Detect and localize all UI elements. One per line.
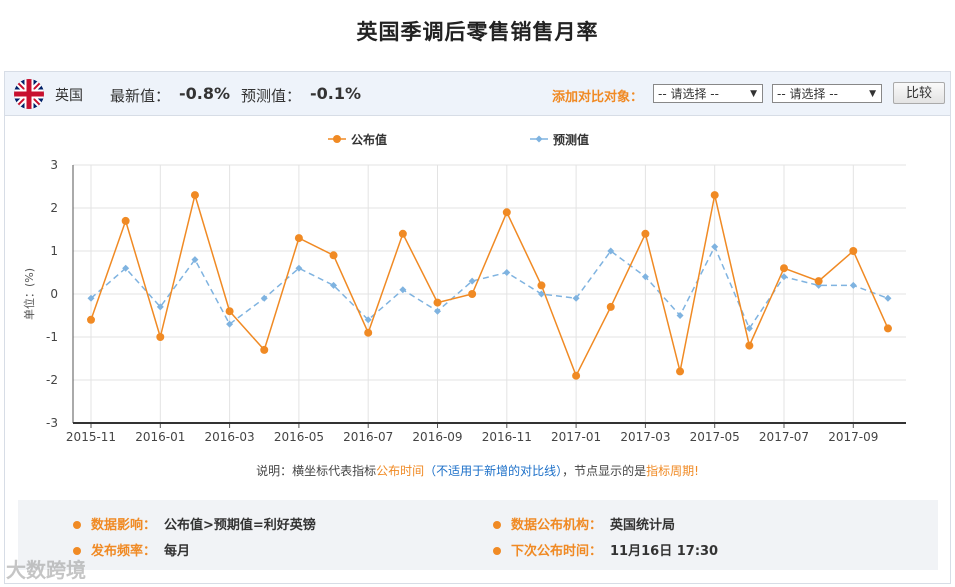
- actual-point: [641, 229, 650, 238]
- forecast-point: [849, 281, 857, 289]
- actual-point: [849, 247, 858, 255]
- note-text-1: 说明：横坐标代表指标: [256, 464, 377, 478]
- forecast-point: [503, 269, 511, 276]
- actual-point: [433, 298, 442, 307]
- note-text-3: （不适用于新增的对比线）: [424, 464, 563, 478]
- forecast-point: [711, 243, 719, 251]
- x-tick-label: 2016-07: [343, 430, 393, 444]
- x-tick-label: 2017-07: [759, 430, 809, 444]
- y-tick-label: 2: [50, 201, 58, 215]
- forecast-point: [434, 307, 441, 315]
- page-title: 英国季调后零售销售月率: [356, 20, 599, 44]
- y-tick-label: -3: [46, 416, 58, 430]
- x-tick-label: 2017-09: [828, 430, 878, 444]
- chart-note: 说明：横坐标代表指标公布时间（不适用于新增的对比线），节点显示的是指标周期!: [5, 462, 950, 479]
- actual-point: [710, 191, 719, 200]
- info-agency-label: 数据公布机构：: [511, 518, 603, 533]
- indicator-panel: 英国 最新值： -0.8% 预测值： -0.1% 添加对比对象： -- 请选择 …: [4, 71, 951, 584]
- x-tick-label: 2017-03: [620, 430, 670, 444]
- bullet-dot-icon: [73, 520, 81, 529]
- x-tick-label: 2015-11: [66, 430, 116, 444]
- x-tick-label: 2017-01: [551, 430, 601, 444]
- actual-point: [260, 345, 269, 354]
- actual-point: [121, 216, 130, 225]
- info-frequency-label: 发布频率：: [91, 544, 157, 559]
- actual-point: [502, 208, 511, 217]
- forecast-point: [399, 286, 407, 294]
- y-tick-label: 1: [50, 244, 58, 258]
- x-tick-label: 2016-01: [135, 430, 185, 444]
- actual-point: [190, 191, 199, 200]
- forecast-point: [260, 294, 268, 302]
- y-tick-label: -2: [46, 373, 58, 387]
- actual-point: [87, 315, 95, 324]
- actual-point: [225, 307, 234, 316]
- y-axis-label: 单位：(%): [22, 268, 36, 320]
- actual-point: [606, 302, 615, 311]
- y-tick-label: -1: [46, 330, 58, 344]
- actual-point: [156, 333, 165, 341]
- info-next-release-value: 11月16日 17:30: [610, 544, 719, 559]
- actual-point: [364, 328, 373, 337]
- legend-actual-marker: [333, 135, 341, 143]
- y-tick-label: 0: [50, 287, 58, 301]
- actual-series-line: [90, 192, 889, 378]
- actual-point: [883, 324, 892, 333]
- actual-point: [745, 341, 754, 350]
- actual-point: [294, 234, 303, 243]
- actual-point: [329, 251, 338, 260]
- legend-forecast-label: 预测值: [553, 132, 589, 147]
- actual-point: [398, 229, 407, 238]
- actual-point: [537, 281, 546, 290]
- legend-actual-label: 公布值: [351, 132, 387, 147]
- forecast-series-line: [90, 244, 889, 330]
- info-agency: 数据公布机构： 英国统计局: [493, 514, 675, 533]
- actual-point: [676, 367, 685, 376]
- line-chart: 3 2 1 0 -1 -2 -3 2015-11 2016-01 2016-03 2016-05 20…: [22, 132, 906, 444]
- info-frequency-value: 每月: [164, 544, 191, 559]
- note-text-2: 公布时间: [376, 464, 425, 478]
- info-next-release-label: 下次公布时间：: [511, 544, 603, 559]
- info-box: 数据影响： 公布值>预期值=利好英镑 数据公布机构： 英国统计局 发布频率： 每月 下…: [18, 500, 938, 570]
- bullet-dot-icon: [493, 546, 501, 555]
- x-tick-label: 2017-05: [690, 430, 740, 444]
- x-tick-label: 2016-11: [482, 430, 532, 444]
- info-impact-value: 公布值>预期值=利好英镑: [164, 518, 316, 533]
- forecast-point: [884, 294, 892, 302]
- actual-point: [814, 277, 823, 286]
- actual-point: [572, 371, 581, 380]
- info-impact-label: 数据影响：: [91, 518, 157, 533]
- bullet-dot-icon: [493, 520, 501, 529]
- actual-point: [468, 290, 477, 298]
- info-impact: 数据影响： 公布值>预期值=利好英镑: [73, 514, 316, 533]
- watermark-logo: 大数跨境: [6, 558, 86, 582]
- y-tick-label: 3: [50, 158, 58, 172]
- x-tick-label: 2016-09: [412, 430, 462, 444]
- info-next-release: 下次公布时间： 11月16日 17:30: [493, 540, 718, 559]
- note-text-4: ，节点显示的是: [562, 464, 647, 478]
- info-agency-value: 英国统计局: [610, 518, 676, 533]
- legend-forecast-marker: [535, 135, 543, 143]
- note-text-5: 指标周期!: [646, 464, 699, 478]
- info-frequency: 发布频率： 每月: [73, 540, 190, 559]
- actual-point: [780, 264, 788, 273]
- x-tick-label: 2016-05: [274, 430, 324, 444]
- x-tick-label: 2016-03: [205, 430, 255, 444]
